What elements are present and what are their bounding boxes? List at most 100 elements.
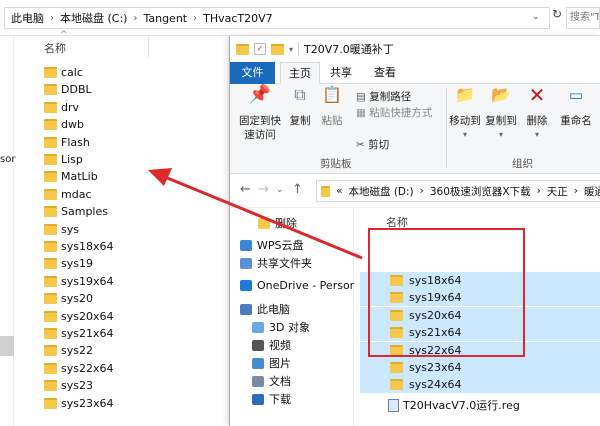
copy-path-icon: ▤: [356, 91, 366, 103]
window-title: T20V7.0暖通补丁: [304, 43, 394, 56]
file-label: MatLib: [61, 170, 98, 184]
file-label: sys21x64: [61, 327, 114, 340]
folder-icon: [44, 154, 57, 165]
folder-icon: [44, 397, 57, 409]
back-file-item[interactable]: sys23x64: [44, 395, 113, 412]
back-file-item[interactable]: Samples: [44, 203, 108, 220]
properties-icon[interactable]: ✓: [254, 43, 266, 55]
sidebar-item[interactable]: 下载: [252, 390, 291, 408]
sidebar-item[interactable]: OneDrive - Persor: [240, 276, 354, 294]
front-breadcrumb[interactable]: « 本地磁盘 (D:) › 360极速浏览器X下载 › 天正 › 暖通: [316, 180, 600, 202]
paste-button[interactable]: 📋 粘贴: [318, 87, 346, 128]
back-file-item[interactable]: sys19: [44, 255, 93, 272]
column-divider: [148, 36, 149, 58]
front-navigation-bar: ← → ⌄ ↑ « 本地磁盘 (D:) › 360极速浏览器X下载 › 天正 ›…: [230, 174, 600, 208]
back-file-item[interactable]: sys19x64: [44, 273, 113, 290]
cut-button[interactable]: ✂ 剪切: [356, 138, 389, 152]
back-file-item[interactable]: MatLib: [44, 168, 98, 185]
sidebar-item[interactable]: 共享文件夹: [240, 254, 312, 272]
folder-icon: [44, 206, 57, 218]
pin-quick-access-button[interactable]: 📌 固定到快 速访问: [236, 86, 284, 142]
back-file-item[interactable]: calc: [44, 64, 83, 81]
back-file-item[interactable]: Lisp: [44, 151, 83, 168]
file-label: sys19: [61, 257, 93, 271]
back-breadcrumb[interactable]: 此电脑 › 本地磁盘 (C:) › Tangent › THvacT20V7: [4, 7, 550, 29]
selected-folder-item[interactable]: sys23x64: [360, 359, 600, 376]
copy-to-button[interactable]: 📂 复制到 ▾: [484, 87, 518, 142]
breadcrumb-hvac[interactable]: 暖通: [584, 184, 600, 199]
back-search-input[interactable]: 搜索"TH: [566, 7, 600, 29]
tab-share[interactable]: 共享: [322, 62, 360, 84]
sidebar-item-label: 下载: [269, 393, 291, 406]
move-to-button[interactable]: 📁 移动到 ▾: [448, 87, 482, 142]
back-file-item[interactable]: sys23: [44, 377, 93, 394]
tab-file[interactable]: 文件: [230, 62, 275, 84]
paste-shortcut-button[interactable]: ▦ 粘贴快捷方式: [356, 106, 432, 120]
back-file-item[interactable]: sys: [44, 221, 79, 238]
sidebar-item[interactable]: 3D 对象: [252, 318, 310, 336]
selected-folder-item[interactable]: sys24x64: [360, 376, 600, 394]
chevron-right-icon: ›: [50, 12, 54, 24]
rename-button[interactable]: ▭ 重命名: [554, 88, 598, 128]
sidebar-item[interactable]: 此电脑: [240, 300, 290, 318]
chevron-down-icon[interactable]: ⌄: [532, 12, 540, 22]
back-address-bar: 此电脑 › 本地磁盘 (C:) › Tangent › THvacT20V7 ⌄…: [0, 0, 600, 36]
title-bar: ✓ ▾ T20V7.0暖通补丁: [230, 36, 600, 62]
up-arrow-icon[interactable]: ↑: [292, 182, 303, 197]
back-file-item[interactable]: Flash: [44, 134, 90, 151]
folder-icon: [44, 310, 57, 322]
refresh-icon[interactable]: ↻: [552, 7, 564, 29]
file-label: sys20: [61, 292, 93, 306]
file-label: sys23: [61, 379, 93, 393]
copy-path-button[interactable]: ▤ 复制路径: [356, 90, 411, 104]
sidebar-item-label: 3D 对象: [269, 321, 310, 334]
folder-icon: [44, 188, 57, 200]
reg-file-icon: [388, 398, 399, 412]
organize-group-label: 组织: [512, 158, 533, 170]
back-file-item[interactable]: mdac: [44, 186, 92, 203]
back-file-item[interactable]: sys21x64: [44, 325, 113, 342]
back-file-item[interactable]: dwb: [44, 116, 84, 133]
divider: [298, 42, 300, 56]
breadcrumb-drive-d[interactable]: 本地磁盘 (D:): [349, 184, 414, 199]
back-file-item[interactable]: sys20x64: [44, 308, 113, 325]
breadcrumb-this-pc[interactable]: 此电脑: [11, 10, 44, 26]
chevron-down-icon[interactable]: ⌄: [276, 185, 284, 195]
back-file-item[interactable]: drv: [44, 99, 79, 116]
shared-folder-icon: [240, 257, 252, 269]
file-label: DDBL: [61, 83, 92, 97]
sidebar-item[interactable]: 删除: [258, 214, 297, 232]
sort-chevron-icon: ^: [60, 30, 68, 40]
reg-file-item[interactable]: T20HvacV7.0运行.reg: [388, 397, 520, 413]
sidebar-item[interactable]: 文档: [252, 372, 291, 390]
new-folder-icon[interactable]: [271, 43, 284, 55]
delete-button[interactable]: ✕ 删除 ▾: [524, 83, 550, 142]
breadcrumb-downloads[interactable]: 360极速浏览器X下载: [430, 184, 531, 199]
file-label: sys23x64: [61, 396, 114, 410]
chevron-down-icon[interactable]: ▾: [289, 45, 293, 54]
breadcrumb-tangent[interactable]: Tangent: [143, 12, 187, 25]
copy-button[interactable]: ⧉ 复制: [286, 87, 314, 128]
sidebar-item[interactable]: 视频: [252, 336, 291, 354]
tab-view[interactable]: 查看: [366, 62, 404, 84]
back-file-item[interactable]: DDBL: [44, 81, 92, 98]
forward-arrow-icon[interactable]: →: [258, 182, 269, 197]
back-column-header-name[interactable]: 名称: [44, 40, 66, 56]
breadcrumb-overflow[interactable]: «: [336, 185, 342, 197]
sidebar-item[interactable]: WPS云盘: [240, 236, 304, 254]
sidebar-item[interactable]: 图片: [252, 354, 291, 372]
back-file-item[interactable]: sys22: [44, 342, 93, 359]
breadcrumb-drive-c[interactable]: 本地磁盘 (C:): [60, 10, 127, 26]
scrollbar-thumb[interactable]: [0, 336, 14, 356]
front-nav-pane: 删除 WPS云盘 共享文件夹 OneDrive - Persor 此电脑 3D 对象视频图…: [230, 208, 354, 426]
breadcrumb-thvac[interactable]: THvacT20V7: [203, 12, 273, 25]
chevron-down-icon: ▾: [498, 130, 503, 139]
tab-home[interactable]: 主页: [280, 62, 320, 84]
delete-x-icon: ✕: [528, 83, 546, 107]
back-arrow-icon[interactable]: ←: [240, 182, 251, 197]
back-file-item[interactable]: sys20: [44, 290, 93, 307]
back-file-item[interactable]: sys22x64: [44, 360, 113, 377]
folder-icon: [44, 171, 57, 183]
breadcrumb-tianzheng[interactable]: 天正: [547, 184, 568, 199]
back-file-item[interactable]: sys18x64: [44, 238, 113, 255]
